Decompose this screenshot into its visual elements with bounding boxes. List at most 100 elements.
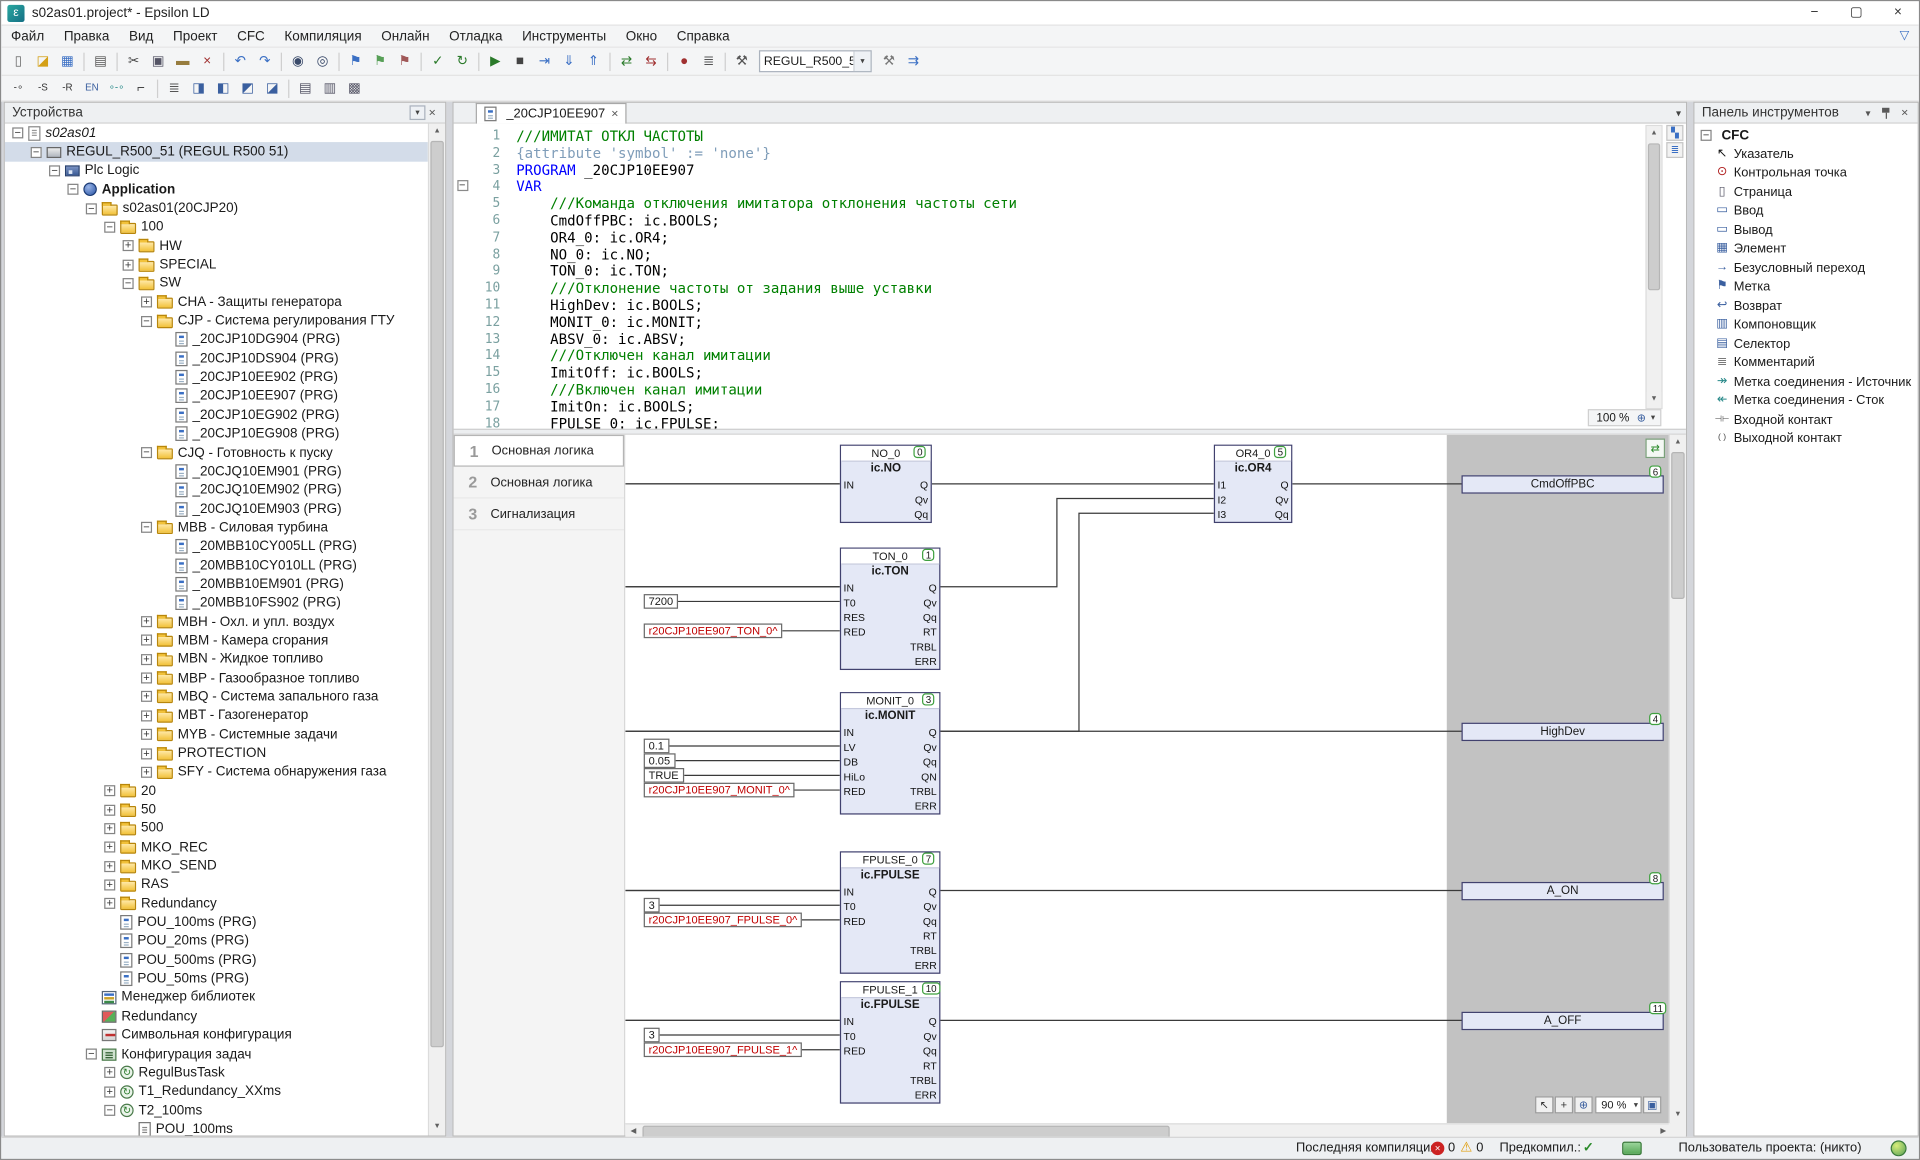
pin-icon[interactable] [1878,105,1894,121]
tree-expander[interactable]: + [141,766,153,778]
cfc-route-wire-button[interactable]: ⌐ [129,77,154,99]
options-wrench-button[interactable]: ⚒ [730,50,755,72]
minimize-button[interactable]: − [1794,1,1836,24]
maximize-button[interactable]: ▢ [1835,1,1877,24]
toolbox-item[interactable]: ↞ Метка соединения - Сток [1694,391,1917,410]
tree-item[interactable]: + CHA - Защиты генератора [5,293,428,312]
cfc-pin-IN[interactable]: IN [844,725,854,740]
tree-item[interactable]: _20CJQ10EM903 (PRG) [5,500,428,519]
save-project-button[interactable]: ▦ [55,50,80,72]
cfc-output-HighDev[interactable]: HighDev [1461,722,1664,742]
tree-item[interactable]: − CJP - Система регулирования ГТУ [5,312,428,331]
paste-button[interactable]: ▬ [170,50,195,72]
scroll-up-icon[interactable] [429,123,446,140]
tree-expander[interactable]: + [104,898,116,910]
cfc-pin-I2[interactable]: I2 [1218,492,1227,507]
stop-button[interactable]: ■ [508,50,533,72]
scroll-up-icon[interactable] [1669,434,1686,451]
cfc-pin-RES[interactable]: RES [844,610,865,625]
cfc-pin-T0[interactable]: T0 [844,595,856,610]
toolbox-item[interactable]: ⊣⊢ Входной контакт [1694,410,1917,429]
cfc-order-forward-button[interactable]: ◨ [186,77,211,99]
editor-zoom-control[interactable]: 100 % [1587,409,1662,427]
tree-expander[interactable]: + [141,634,153,647]
cfc-en-eno-button[interactable]: EN [80,77,105,99]
cfc-pin-Q[interactable]: Q [929,884,937,899]
menu-item-8[interactable]: Инструменты [512,25,616,47]
cfc-pin-Qq[interactable]: Qq [923,610,937,625]
tree-expander[interactable]: + [141,616,153,628]
tree-expander[interactable]: + [141,672,153,684]
cfc-pin-RED[interactable]: RED [844,1044,866,1059]
watch-list-button[interactable]: ≣ [696,50,721,72]
close-icon[interactable] [424,105,440,121]
tree-expander[interactable]: − [85,1048,97,1060]
toolbox-item[interactable]: ⊙ Контрольная точка [1694,164,1917,183]
cfc-value-box[interactable]: r20CJP10EE907_TON_0^ [643,623,783,639]
cfc-output-A_ON[interactable]: A_ON [1461,881,1664,901]
cfc-pin-QN[interactable]: QN [921,769,937,784]
menu-item-5[interactable]: Компиляция [275,25,372,47]
tree-item[interactable]: _20CJQ10EM901 (PRG) [5,462,428,481]
tree-item[interactable]: + MKO_SEND [5,857,428,876]
tree-expander[interactable]: + [104,785,116,797]
tree-item[interactable]: + MBM - Камера сгорания [5,631,428,650]
zoom-tool-button[interactable] [1574,1096,1593,1114]
menu-item-6[interactable]: Онлайн [371,25,439,47]
tree-item[interactable]: + MYB - Системные задачи [5,725,428,744]
cfc-pin-Qv[interactable]: Qv [1275,492,1288,507]
cfc-canvas[interactable]: NO_0 ic.NO IN Q Qv Qq 0 OR4_0 ic.OR4 I1 I2 I3 Q Qv Qq 5… [625,434,1672,1124]
declaration-editor[interactable]: 1 ///ИМИТАТ ОТКЛ ЧАСТОТЫ 2 {attribute 'symb… [453,123,1686,429]
cfc-order-last-button[interactable]: ◪ [260,77,285,99]
cfc-pin-Qv[interactable]: Qv [923,899,936,914]
tree-item[interactable]: − 100 [5,218,428,237]
bookmark-button[interactable]: ⚑ [343,50,368,72]
cfc-value-box[interactable]: 7200 [643,594,679,609]
scroll-down-icon[interactable] [429,1119,446,1136]
compile-button[interactable]: ✓ [425,50,450,72]
tree-expander[interactable]: + [141,747,153,759]
menu-item-4[interactable]: CFC [227,25,274,47]
delete-button[interactable]: × [195,50,220,72]
toolbox-item[interactable]: ▭ Ввод [1694,201,1917,220]
tree-item[interactable]: _20CJP10EG908 (PRG) [5,424,428,443]
cfc-pin-ERR[interactable]: ERR [915,799,937,814]
menu-item-3[interactable]: Проект [163,25,227,47]
tree-expander[interactable]: − [1700,129,1712,141]
tree-item[interactable]: − Application [5,180,428,199]
tree-expander[interactable]: − [85,202,97,214]
undo-button[interactable]: ↶ [228,50,253,72]
cfc-value-box[interactable]: 0.05 [643,753,676,769]
scroll-down-icon[interactable] [1669,1107,1686,1124]
tree-item[interactable]: − Plc Logic [5,161,428,180]
cfc-pin-ERR[interactable]: ERR [915,958,937,973]
toolbox-item[interactable]: ▯ Страница [1694,183,1917,202]
toolbox-item[interactable]: ≣ Комментарий [1694,353,1917,372]
cfc-pin-Qq[interactable]: Qq [923,914,937,929]
step-into-button[interactable]: ⇓ [557,50,582,72]
logout-button[interactable]: ⇆ [639,50,664,72]
tree-item[interactable]: − T2_100ms [5,1101,428,1120]
cfc-pin-ERR[interactable]: ERR [915,1088,937,1103]
tab-close-icon[interactable] [611,107,618,120]
cfc-pin-TRBL[interactable]: TRBL [910,1073,937,1088]
cfc-align-top-button[interactable]: ▥ [318,77,343,99]
filter-icon[interactable]: ▽ [1900,29,1909,42]
editor-tab[interactable]: _20CJP10EE907 [475,102,628,124]
tree-item[interactable]: _20MBB10CY005LL (PRG) [5,537,428,556]
tree-expander[interactable]: + [141,296,153,308]
tree-item[interactable]: Менеджер библиотек [5,988,428,1007]
menu-item-1[interactable]: Правка [54,25,119,47]
tree-item[interactable]: − REGUL_R500_51 (REGUL R500 51) [4,142,428,162]
tree-item[interactable]: _20CJP10EE907 (PRG) [5,387,428,406]
tree-expander[interactable]: − [104,1104,116,1116]
tree-item[interactable]: _20CJQ10EM902 (PRG) [5,481,428,500]
tree-expander[interactable]: + [141,710,153,722]
tree-item[interactable]: + MBP - Газообразное топливо [5,669,428,688]
cfc-align-left-button[interactable]: ▤ [293,77,318,99]
tree-expander[interactable]: + [104,841,116,853]
cfc-value-box[interactable]: r20CJP10EE907_FPULSE_1^ [643,1042,803,1058]
tree-item[interactable]: + MBQ - Система запального газа [5,688,428,707]
pan-tool-button[interactable] [1554,1096,1574,1114]
tree-item[interactable]: + RAS [5,875,428,894]
